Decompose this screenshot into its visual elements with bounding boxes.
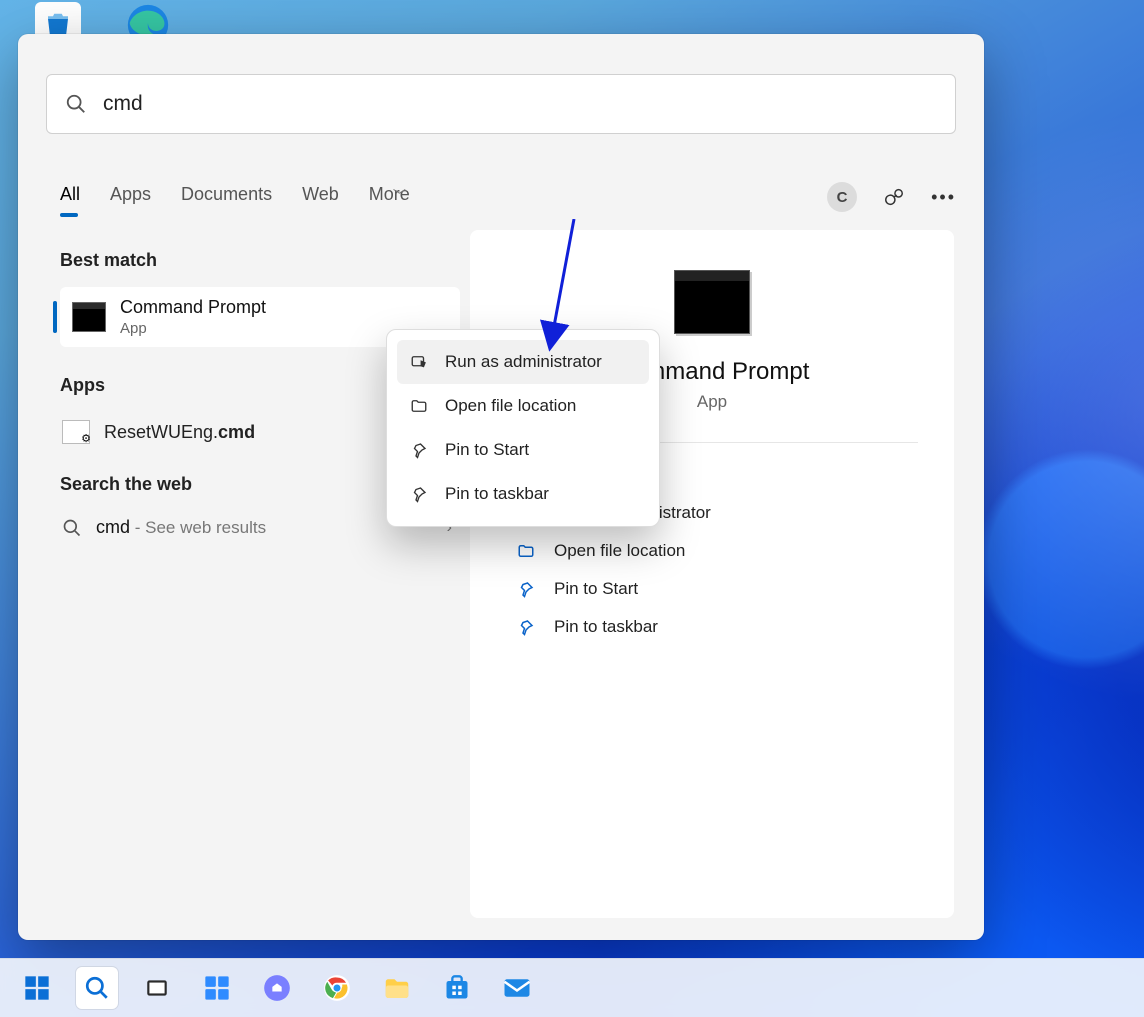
best-match-title: Command Prompt [120,297,266,318]
action-pin-taskbar[interactable]: Pin to taskbar [516,617,918,637]
file-explorer-button[interactable] [376,967,418,1009]
task-view-button[interactable] [136,967,178,1009]
widgets-button[interactable] [196,967,238,1009]
ctx-run-administrator[interactable]: Run as administrator [397,340,649,384]
tab-documents[interactable]: Documents [181,184,272,205]
folder-icon [409,396,429,416]
tab-apps[interactable]: Apps [110,184,151,205]
shield-icon [409,352,429,372]
start-search-window: All Apps Documents Web More ﹀ C ••• Best… [18,34,984,940]
chat-button[interactable] [256,967,298,1009]
ctx-pin-start[interactable]: Pin to Start [397,428,649,472]
context-menu: Run as administrator Open file location … [386,329,660,527]
start-button[interactable] [16,967,58,1009]
search-icon [65,93,87,115]
tab-web[interactable]: Web [302,184,339,205]
tab-more[interactable]: More ﹀ [369,184,410,205]
chrome-button[interactable] [316,967,358,1009]
web-hint: - See web results [130,518,266,537]
command-prompt-large-icon [674,270,750,334]
section-best-match: Best match [60,250,460,271]
folder-icon [516,541,536,561]
more-options-icon[interactable]: ••• [931,187,956,208]
search-icon [62,518,82,538]
mail-button[interactable] [496,967,538,1009]
search-filter-tabs: All Apps Documents Web More ﹀ [60,184,410,205]
pin-icon [516,579,536,599]
microsoft-store-button[interactable] [436,967,478,1009]
search-button[interactable] [76,967,118,1009]
search-bar[interactable] [46,74,956,134]
ctx-pin-taskbar[interactable]: Pin to taskbar [397,472,649,516]
cmd-file-icon [62,420,90,444]
ctx-open-file-location[interactable]: Open file location [397,384,649,428]
action-pin-start[interactable]: Pin to Start [516,579,918,599]
best-match-subtitle: App [120,320,266,337]
rewards-icon[interactable] [883,186,905,208]
pin-icon [409,484,429,504]
search-input[interactable] [101,91,937,117]
apps-result-label: ResetWUEng.cmd [104,422,255,443]
pin-icon [409,440,429,460]
taskbar [0,958,1144,1017]
action-open-file-location[interactable]: Open file location [516,541,918,561]
pin-icon [516,617,536,637]
user-avatar[interactable]: C [827,182,857,212]
command-prompt-icon [72,302,106,332]
web-query: cmd [96,517,130,537]
tab-all[interactable]: All [60,184,80,205]
chevron-down-icon: ﹀ [393,188,406,203]
